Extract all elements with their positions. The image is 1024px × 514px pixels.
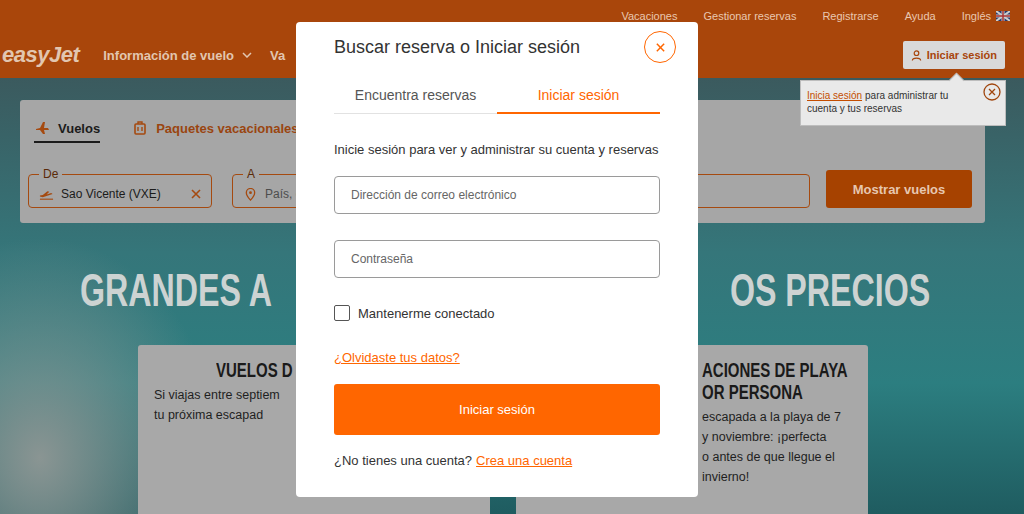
departure-icon: [39, 188, 54, 201]
signup-text: ¿No tienes una cuenta?Crea una cuenta: [334, 452, 660, 470]
close-icon[interactable]: [983, 83, 1001, 101]
nav-item[interactable]: Información de vuelo: [103, 48, 252, 63]
clear-icon[interactable]: [191, 189, 201, 199]
intro-text: Inicie sesión para ver y administrar su …: [334, 141, 660, 159]
login-tooltip: Inicia sesiónpara administrar tu cuenta …: [800, 80, 1006, 126]
forgot-link[interactable]: ¿Olvidaste tus datos?: [334, 349, 460, 367]
modal-tabs: Encuentra reservasIniciar sesión: [334, 85, 660, 114]
top-link[interactable]: Registrarse: [822, 10, 878, 22]
show-flights-button[interactable]: Mostrar vuelos: [826, 170, 972, 208]
logo[interactable]: easyJet: [0, 42, 79, 68]
search-tab[interactable]: Vuelos: [34, 120, 100, 143]
header-login-button[interactable]: Iniciar sesión: [903, 41, 1005, 69]
top-link[interactable]: Vacaciones: [621, 10, 677, 22]
remember-checkbox[interactable]: Mantenerme conectado: [334, 304, 660, 322]
checkbox[interactable]: [334, 305, 350, 321]
suitcase-icon: [132, 120, 148, 136]
uk-flag-icon: [996, 11, 1010, 21]
search-field[interactable]: DeSao Vicente (VXE): [28, 167, 212, 208]
modal-close-button[interactable]: [644, 31, 676, 63]
nav-items: Información de vuelo Va: [103, 48, 285, 63]
page: Vacaciones Gestionar reservas Registrarse A…: [0, 0, 1024, 514]
search-tab[interactable]: Paquetes vacacionales: [132, 120, 298, 143]
close-icon: [655, 42, 666, 53]
chevron-down-icon: [242, 52, 252, 58]
location-pin-icon: [243, 188, 258, 201]
modal-tab[interactable]: Iniciar sesión: [497, 85, 660, 114]
language-selector[interactable]: Inglés: [962, 10, 1010, 22]
modal-title: Buscar reserva o Iniciar sesión: [334, 37, 580, 58]
tooltip-login-link[interactable]: Inicia sesión: [807, 90, 862, 101]
nav-item[interactable]: Va: [270, 48, 285, 63]
top-link[interactable]: Ayuda: [905, 10, 936, 22]
login-modal: Buscar reserva o Iniciar sesión Encuentra…: [296, 22, 698, 497]
top-link[interactable]: Gestionar reservas: [703, 10, 796, 22]
plane-icon: [34, 120, 50, 136]
login-input[interactable]: [334, 240, 660, 278]
login-input[interactable]: [334, 176, 660, 214]
modal-tab[interactable]: Encuentra reservas: [334, 85, 497, 114]
login-submit-button[interactable]: Iniciar sesión: [334, 384, 660, 435]
signup-link[interactable]: Crea una cuenta: [476, 452, 572, 470]
person-icon: [911, 50, 922, 61]
